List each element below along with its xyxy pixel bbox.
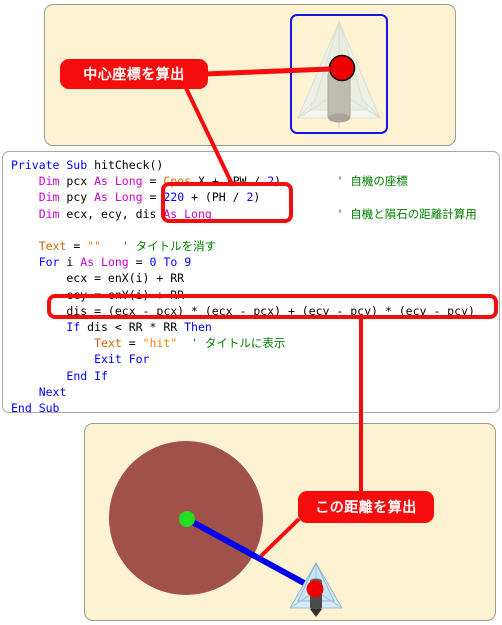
meteor-center-marker [179,511,195,527]
callout-distance: この距離を算出 [298,491,434,523]
callout-center-coordinate: 中心座標を算出 [60,59,208,89]
distance-formula-highlight [47,294,498,319]
center-coordinate-highlight [161,182,293,223]
center-point-marker [328,54,356,82]
distance-illustration [109,441,343,617]
ship-center-marker [306,580,324,598]
